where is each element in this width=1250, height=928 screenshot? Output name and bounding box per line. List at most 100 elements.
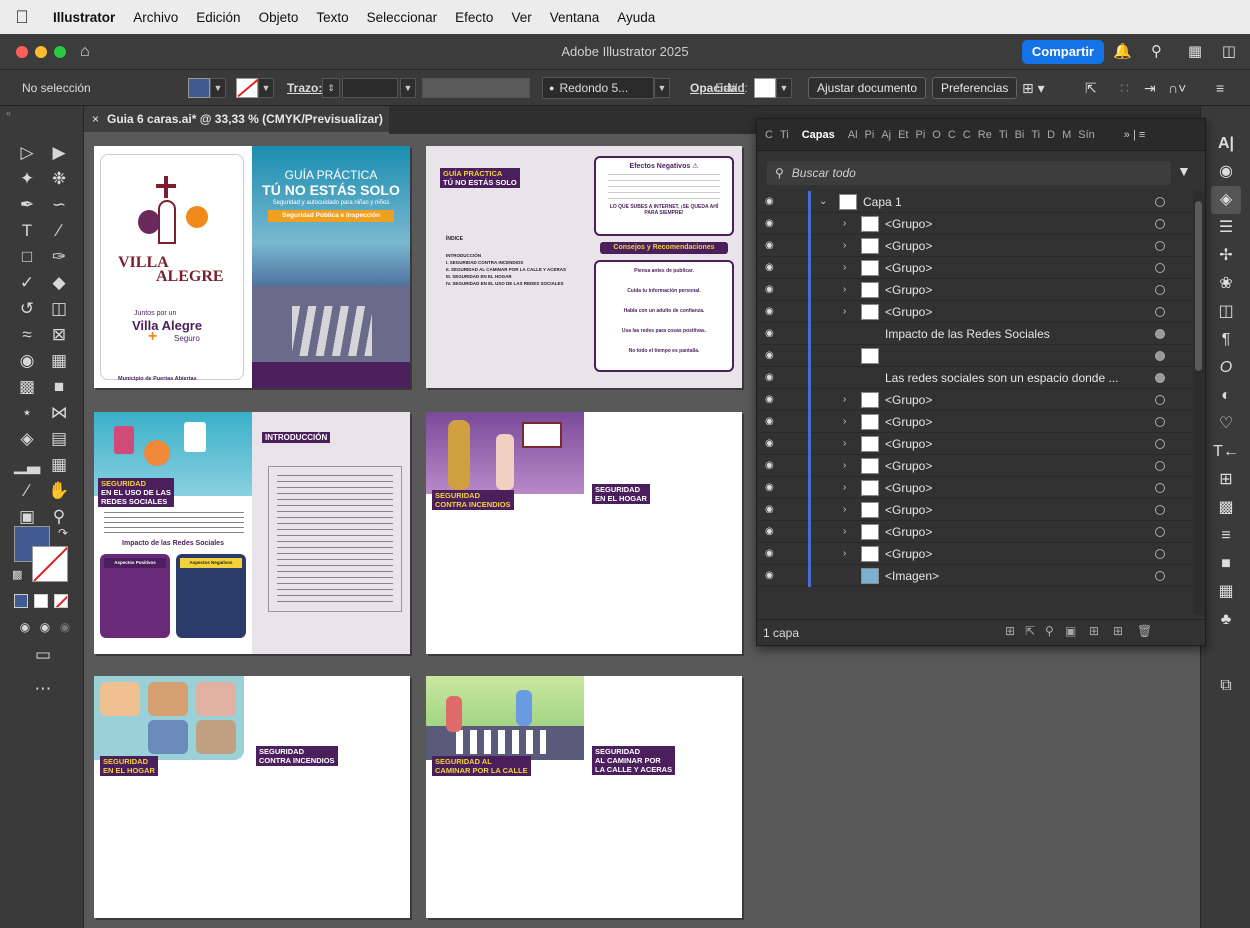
graphic-style-dropdown[interactable]: ▼ [776,78,792,98]
menu-ver[interactable]: Ver [502,10,540,25]
color-mode-icon[interactable] [14,594,28,608]
artboard-incendios[interactable]: SEGURIDAD CONTRA INCENDIOS SEGURIDAD EN EL… [426,412,742,654]
stroke-weight-stepper[interactable]: ⇕ [322,78,340,98]
symbol-sprayer-icon[interactable]: ◈ [12,426,42,452]
target-circle[interactable] [1155,306,1165,317]
target-circle[interactable] [1155,372,1165,383]
minimize-window-button[interactable] [35,45,47,58]
layer-row[interactable]: ◉ › <Grupo> [757,388,1193,411]
target-circle[interactable] [1155,482,1165,493]
menu-ayuda[interactable]: Ayuda [608,10,664,25]
graphic-styles-icon[interactable]: ♡ [1211,410,1241,438]
menu-texto[interactable]: Texto [307,10,357,25]
layer-row[interactable]: ◉ › <Grupo> [757,498,1193,521]
layer-name[interactable]: <Grupo> [885,503,932,517]
paintbrush-tool-icon[interactable]: ✑ [44,244,74,270]
visibility-eye-icon[interactable]: ◉ [765,526,779,537]
home-icon[interactable]: ⌂ [80,43,90,61]
menu-illustrator[interactable]: Illustrator [44,10,124,25]
symbols-panel-icon[interactable]: ♣ [1211,606,1241,634]
tab-pi-2[interactable]: Pi [916,129,926,141]
direct-selection-tool-icon[interactable]: ▶ [44,140,74,166]
layer-row[interactable]: ◉ › <Grupo> [757,432,1193,455]
layer-row[interactable]: ◉ › <Grupo> [757,256,1193,279]
brush-definition[interactable]: ● Redondo 5... [542,77,654,99]
eraser-tool-icon[interactable]: ◆ [44,270,74,296]
stroke-weight-input[interactable] [342,78,398,98]
chevron-right-icon[interactable]: › [843,438,846,449]
stroke-label[interactable]: Trazo: [287,77,322,99]
zoom-window-button[interactable] [54,45,66,58]
chevron-right-icon[interactable]: › [843,460,846,471]
align-icon[interactable]: ⊞ ▾ [1022,77,1045,99]
none-mode-icon[interactable] [54,594,68,608]
chevron-right-icon[interactable]: › [843,218,846,229]
layer-name[interactable]: <Grupo> [885,261,932,275]
layer-row[interactable]: ◉ › <Grupo> [757,454,1193,477]
pathfinder-icon[interactable]: ▩ [1211,494,1241,522]
target-circle[interactable] [1155,416,1165,427]
layers-icon[interactable]: ◈ [1211,186,1241,214]
layer-name[interactable]: <Grupo> [885,283,932,297]
appearance-icon[interactable]: ◐ [1211,382,1241,410]
target-circle[interactable] [1155,548,1165,559]
layer-name[interactable]: <Grupo> [885,305,932,319]
trash-icon[interactable]: 🗑 [1137,624,1152,638]
layers-search-input[interactable]: ⚲ Buscar todo [767,161,1171,185]
panel-toggle-icon[interactable]: ◫ [1222,42,1236,60]
tab-o[interactable]: O [932,129,941,141]
close-document-icon[interactable]: × [92,112,99,126]
variable-width-profile[interactable] [422,78,530,98]
type-tool-icon[interactable]: T [12,218,42,244]
chevron-right-icon[interactable]: › [843,306,846,317]
visibility-eye-icon[interactable]: ◉ [765,570,779,581]
graphic-style-swatch[interactable] [754,78,776,98]
free-transform-icon[interactable]: ⊠ [44,322,74,348]
visibility-eye-icon[interactable]: ◉ [765,460,779,471]
mesh-tool-icon[interactable]: ▩ [12,374,42,400]
chevron-right-icon[interactable]: › [843,548,846,559]
shape-builder-icon[interactable]: ◉ [12,348,42,374]
stroke-swatch[interactable] [236,78,259,98]
curvature-tool-icon[interactable]: ∽ [44,192,74,218]
visibility-eye-icon[interactable]: ◉ [765,482,779,493]
scale-tool-icon[interactable]: ◫ [44,296,74,322]
layer-row[interactable]: ◉ <Imagen> [757,564,1193,587]
layer-row[interactable]: ◉ Las redes sociales son un espacio dond… [757,366,1193,389]
tab-sin[interactable]: Sín [1078,129,1095,141]
target-circle[interactable] [1155,350,1165,361]
artboard-cover[interactable]: VILLA ALEGRE Juntos por un Villa Alegre … [94,146,410,388]
layers-scrollbar[interactable] [1193,191,1205,615]
swap-fill-stroke-icon[interactable]: ↷ [58,526,68,540]
tab-capas[interactable]: Capas [796,129,841,141]
color-icon[interactable]: ◉ [1211,158,1241,186]
gradient-tool-icon[interactable]: ■ [44,374,74,400]
target-circle[interactable] [1155,526,1165,537]
tab-ti-3[interactable]: Ti [1031,129,1040,141]
character-icon[interactable]: T← [1211,438,1241,466]
lasso-tool-icon[interactable]: ❉ [44,166,74,192]
visibility-eye-icon[interactable]: ◉ [765,372,779,383]
default-colors-icon[interactable]: ▩ [12,568,22,581]
line-tool-icon[interactable]: ∕ [44,218,74,244]
tab-bi[interactable]: Bi [1015,129,1025,141]
pen-tool-icon[interactable]: ✒ [12,192,42,218]
menu-seleccionar[interactable]: Seleccionar [358,10,447,25]
target-circle[interactable] [1155,328,1165,339]
rotate-tool-icon[interactable]: ↺ [12,296,42,322]
target-circle[interactable] [1155,240,1165,251]
align-panel-icon[interactable]: ☰ [1211,214,1241,242]
layer-row[interactable]: ◉ › <Grupo> [757,234,1193,257]
export-icon[interactable]: ⇱ [1085,77,1097,99]
layer-name[interactable]: Las redes sociales son un espacio donde … [885,371,1118,385]
column-graph-icon[interactable]: ▤ [44,426,74,452]
layer-name[interactable]: <Grupo> [885,217,932,231]
chevron-right-icon[interactable]: › [843,526,846,537]
search-layer-icon[interactable]: ⚲ [1045,624,1054,638]
visibility-eye-icon[interactable]: ◉ [765,328,779,339]
visibility-eye-icon[interactable]: ◉ [765,548,779,559]
panel-overflow-icon[interactable]: » | ≡ [1124,129,1146,141]
menu-list-icon[interactable]: ≡ [1216,77,1224,99]
bell-icon[interactable]: 🔔 [1113,42,1132,60]
chevron-right-icon[interactable]: › [843,240,846,251]
